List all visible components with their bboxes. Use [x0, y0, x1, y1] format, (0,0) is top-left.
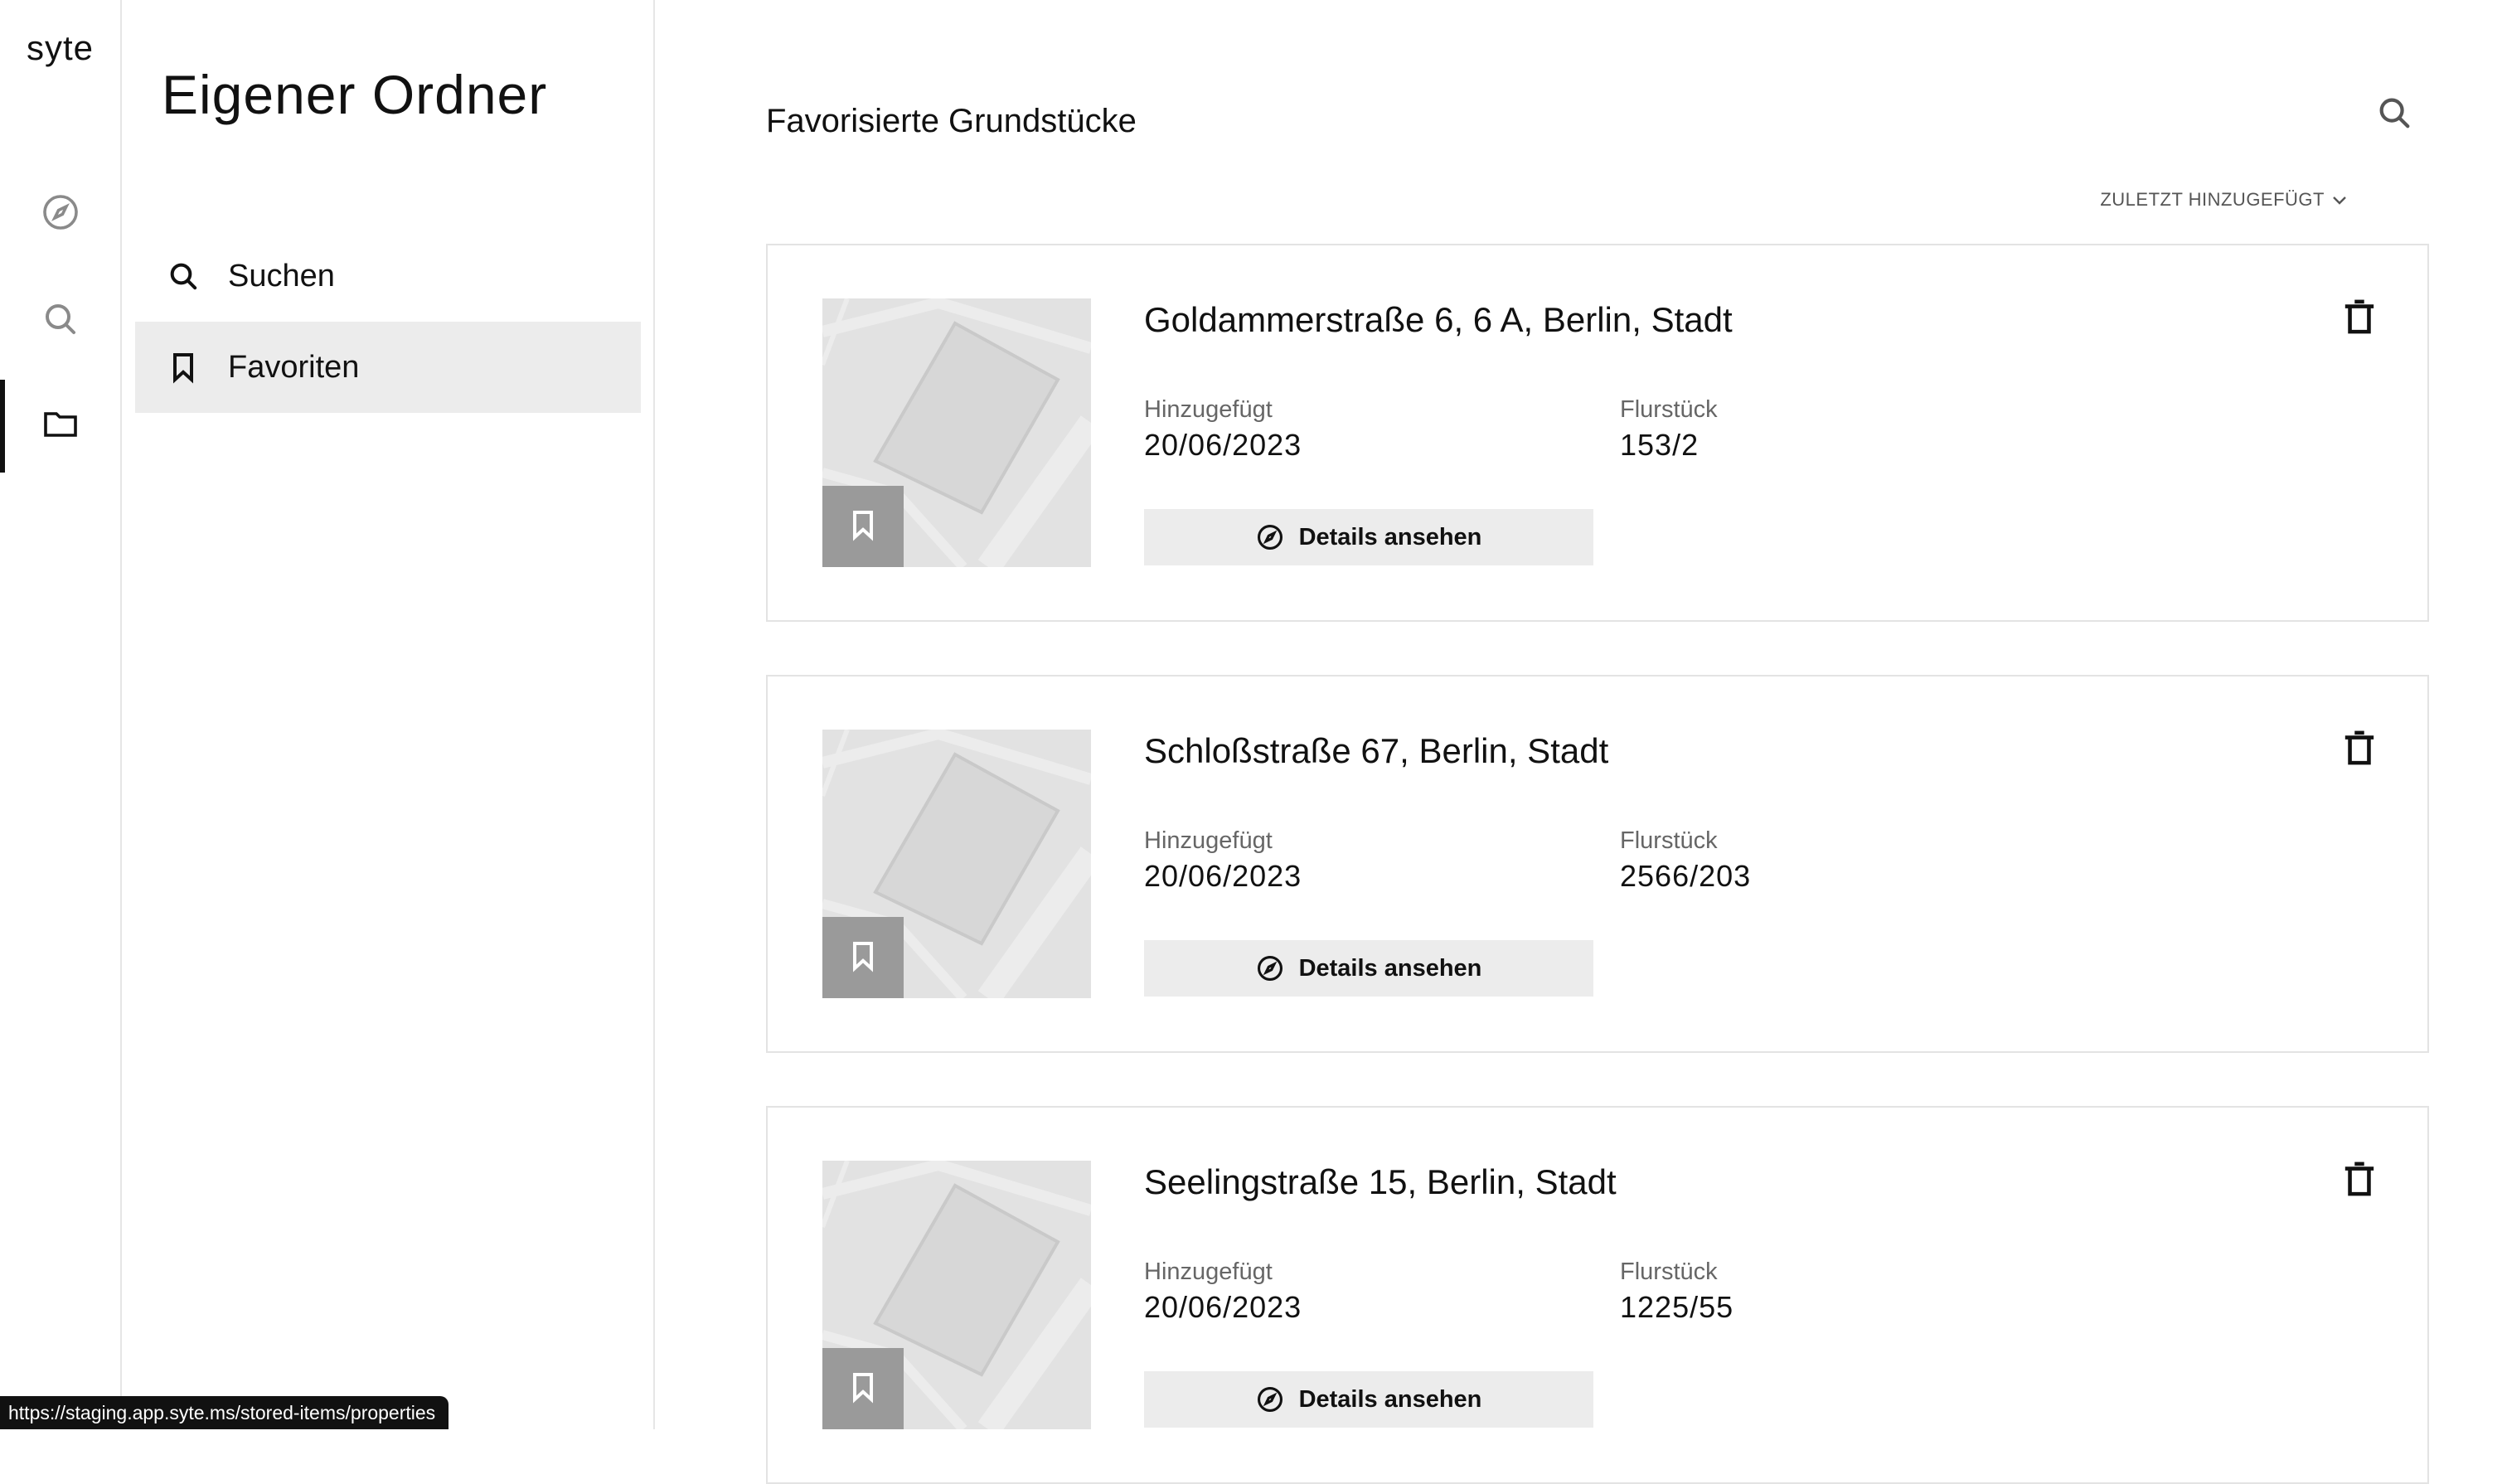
added-date: 20/06/2023	[1144, 859, 1302, 893]
sort-label: ZULETZT HINZUGEFÜGT	[2100, 189, 2325, 210]
rail-folder-button[interactable]	[0, 380, 120, 473]
search-icon	[41, 299, 80, 343]
sort-dropdown[interactable]: ZULETZT HINZUGEFÜGT	[2100, 189, 2349, 211]
favorite-toggle[interactable]	[822, 917, 904, 998]
added-label: Hinzugefügt	[1144, 396, 1273, 423]
bookmark-icon	[846, 1370, 880, 1408]
bookmark-icon	[846, 939, 880, 977]
added-label: Hinzugefügt	[1144, 1258, 1273, 1285]
folder-title: Eigener Ordner	[162, 64, 548, 125]
delete-button[interactable]	[2336, 726, 2383, 773]
nav-item-label: Favoriten	[228, 349, 360, 385]
property-card: Seelingstraße 15, Berlin, Stadt Hinzugef…	[766, 1106, 2429, 1484]
added-date: 20/06/2023	[1144, 428, 1302, 462]
property-address: Goldammerstraße 6, 6 A, Berlin, Stadt	[1144, 300, 1733, 339]
property-card: Goldammerstraße 6, 6 A, Berlin, Stadt Hi…	[766, 244, 2429, 622]
property-address: Schloßstraße 67, Berlin, Stadt	[1144, 731, 1609, 770]
details-button[interactable]: Details ansehen	[1144, 940, 1593, 997]
parcel-number: 153/2	[1620, 428, 1700, 462]
favorite-toggle[interactable]	[822, 486, 904, 567]
icon-rail: syte	[0, 0, 122, 1429]
rail-explore-button[interactable]	[0, 168, 120, 259]
favorite-toggle[interactable]	[822, 1348, 904, 1429]
nav-item-suchen[interactable]: Suchen	[135, 230, 641, 322]
nav-item-label: Suchen	[228, 258, 335, 293]
details-button[interactable]: Details ansehen	[1144, 1371, 1593, 1428]
parcel-number: 1225/55	[1620, 1290, 1734, 1324]
compass-icon	[1257, 955, 1283, 982]
parcel-label: Flurstück	[1620, 827, 1718, 854]
bookmark-icon	[167, 351, 200, 384]
parcel-number: 2566/203	[1620, 859, 1752, 893]
page-title: Favorisierte Grundstücke	[766, 103, 1137, 139]
parcel-label: Flurstück	[1620, 396, 1718, 423]
compass-icon	[41, 192, 80, 236]
search-icon	[2375, 94, 2413, 136]
details-button-label: Details ansehen	[1298, 954, 1482, 982]
app-logo[interactable]: syte	[0, 28, 120, 68]
main-content: Favorisierte Grundstücke ZULETZT HINZUGE…	[655, 0, 2502, 1484]
details-button-label: Details ansehen	[1298, 523, 1482, 550]
added-label: Hinzugefügt	[1144, 827, 1273, 854]
rail-search-button[interactable]	[0, 275, 120, 366]
map-thumbnail[interactable]	[822, 298, 1091, 567]
folder-icon	[41, 404, 80, 448]
trash-icon	[2343, 299, 2376, 338]
status-bar-url: https://staging.app.syte.ms/stored-items…	[0, 1396, 449, 1429]
bookmark-icon	[846, 508, 880, 546]
nav-item-favoriten[interactable]: Favoriten	[135, 322, 641, 413]
trash-icon	[2343, 730, 2376, 769]
compass-icon	[1257, 1386, 1283, 1413]
trash-icon	[2343, 1161, 2376, 1200]
property-address: Seelingstraße 15, Berlin, Stadt	[1144, 1162, 1617, 1201]
details-button-label: Details ansehen	[1298, 1385, 1482, 1413]
folder-panel: Eigener Ordner Suchen Favoriten	[122, 0, 655, 1429]
added-date: 20/06/2023	[1144, 1290, 1302, 1324]
delete-button[interactable]	[2336, 295, 2383, 342]
map-thumbnail[interactable]	[822, 730, 1091, 998]
search-icon	[167, 259, 200, 293]
compass-icon	[1257, 524, 1283, 550]
main-search-button[interactable]	[2371, 91, 2417, 138]
delete-button[interactable]	[2336, 1157, 2383, 1204]
parcel-label: Flurstück	[1620, 1258, 1718, 1285]
map-thumbnail[interactable]	[822, 1161, 1091, 1429]
details-button[interactable]: Details ansehen	[1144, 509, 1593, 565]
property-card: Schloßstraße 67, Berlin, Stadt Hinzugefü…	[766, 675, 2429, 1053]
chevron-down-icon	[2333, 196, 2346, 205]
